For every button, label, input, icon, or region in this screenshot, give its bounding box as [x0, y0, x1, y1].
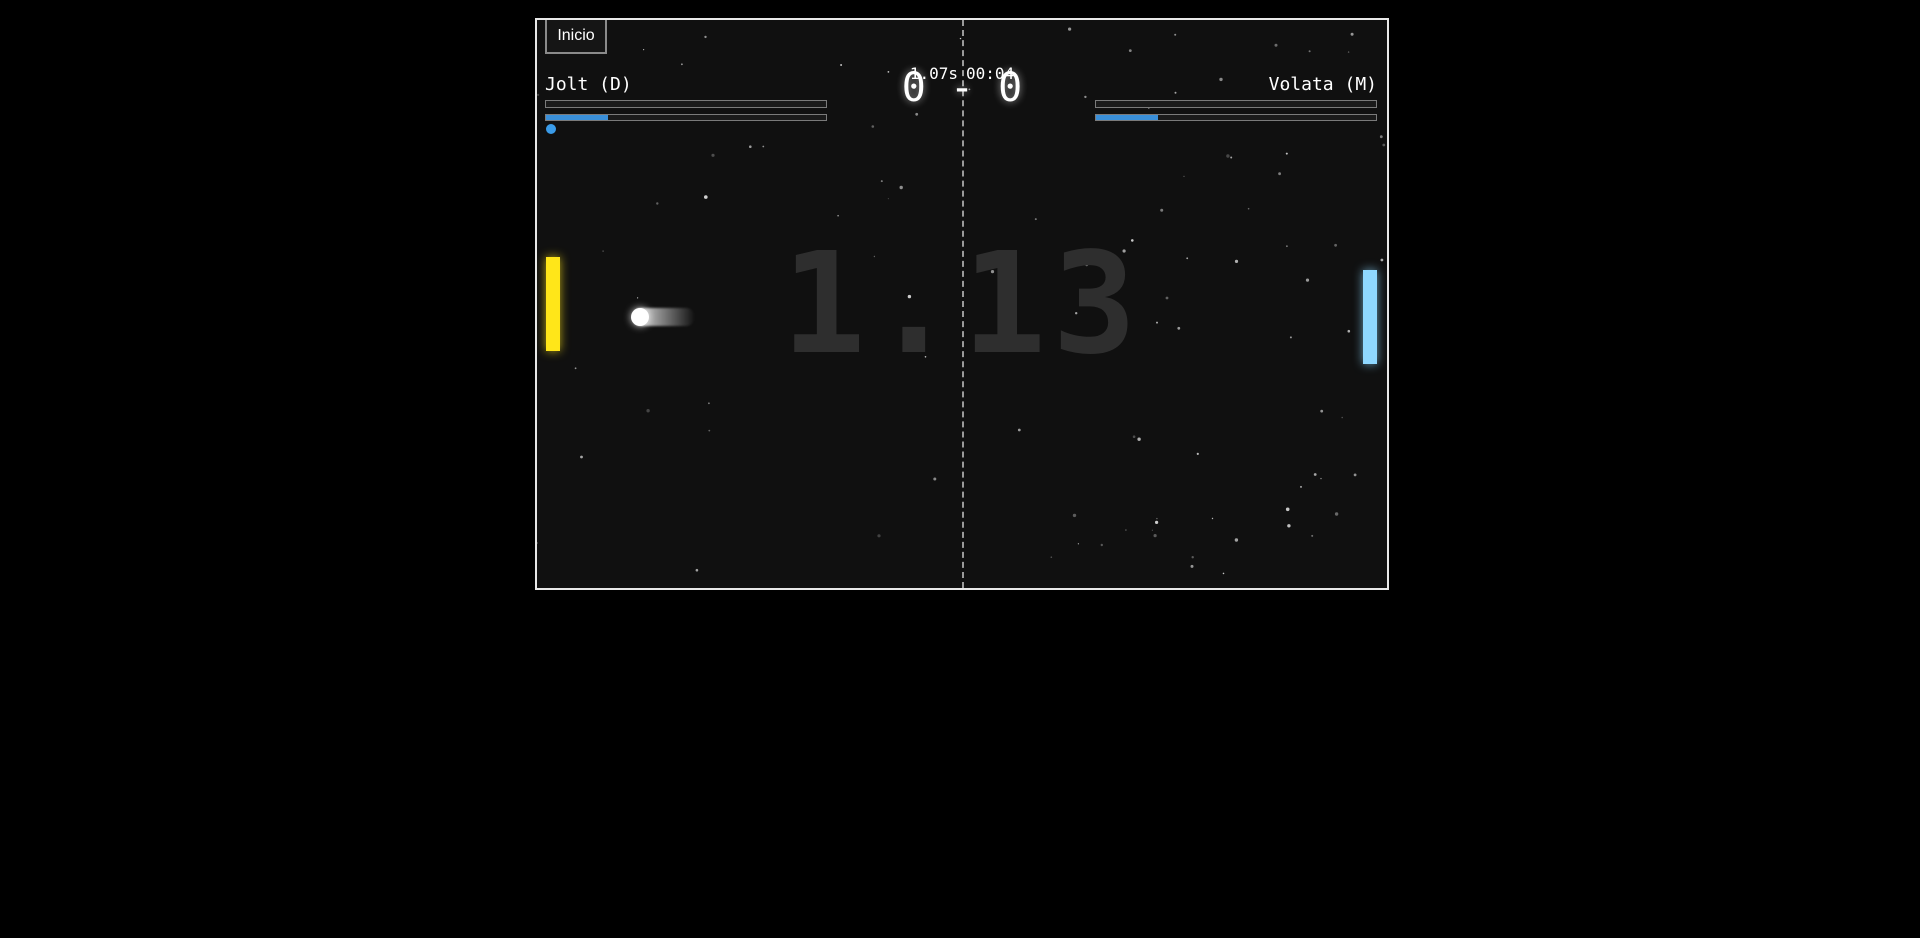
- ball: [631, 308, 649, 326]
- star: [1132, 435, 1136, 439]
- star: [871, 125, 875, 128]
- star: [1072, 513, 1077, 518]
- star: [887, 71, 890, 73]
- star: [681, 63, 683, 66]
- star: [1125, 529, 1127, 531]
- left-paddle: [546, 257, 560, 351]
- star: [933, 477, 937, 481]
- star: [749, 145, 752, 148]
- round-countdown: 1.13: [781, 223, 1143, 386]
- star: [656, 202, 659, 205]
- right-player-name: Volata (M): [1268, 74, 1377, 95]
- star: [1211, 517, 1214, 520]
- left-health-bar: [545, 100, 827, 108]
- star: [711, 153, 715, 157]
- star: [704, 35, 707, 39]
- right-paddle: [1363, 270, 1377, 364]
- star: [1128, 49, 1132, 52]
- star: [1287, 524, 1291, 528]
- star: [1077, 543, 1079, 545]
- star: [537, 93, 540, 96]
- left-player-name: Jolt (D): [545, 74, 632, 95]
- star: [1230, 156, 1233, 159]
- left-powerup-token-icon: [546, 124, 556, 134]
- star: [1274, 43, 1278, 47]
- star: [915, 112, 919, 116]
- star: [1382, 143, 1386, 147]
- star: [708, 429, 711, 432]
- star: [1308, 50, 1311, 53]
- star: [1156, 517, 1158, 520]
- star: [880, 180, 883, 183]
- star: [1174, 33, 1177, 36]
- star: [1379, 135, 1383, 139]
- right-health-bar: [1095, 100, 1377, 108]
- star: [1285, 152, 1288, 155]
- star: [1017, 428, 1021, 432]
- right-energy-bar: [1095, 114, 1377, 121]
- elapsed-seconds: 1.07s: [909, 64, 958, 83]
- star: [899, 185, 903, 190]
- star: [877, 534, 881, 538]
- star: [1196, 452, 1199, 455]
- star: [1174, 91, 1177, 94]
- star: [537, 542, 538, 544]
- star: [837, 214, 839, 217]
- star: [887, 198, 889, 200]
- right-energy-fill: [1096, 115, 1158, 120]
- star: [1190, 564, 1194, 568]
- star: [1034, 218, 1037, 221]
- star: [1313, 473, 1317, 476]
- match-clock: 00:04: [966, 64, 1015, 83]
- star: [695, 568, 699, 572]
- star: [1137, 437, 1141, 441]
- star: [1347, 51, 1350, 53]
- star: [1068, 27, 1072, 31]
- star: [1191, 556, 1194, 559]
- star: [1050, 556, 1053, 558]
- star: [646, 409, 650, 413]
- star: [762, 145, 765, 148]
- star: [1222, 572, 1225, 575]
- star: [643, 49, 645, 51]
- star: [1234, 538, 1239, 542]
- star: [1219, 77, 1223, 82]
- start-button[interactable]: Inicio: [545, 20, 607, 54]
- left-energy-bar: [545, 114, 827, 121]
- star: [1100, 543, 1103, 547]
- star: [959, 37, 962, 40]
- game-arena[interactable]: 1.13 Inicio Jolt (D) Volata (M) 0 - 0 1.…: [535, 18, 1389, 590]
- star: [1226, 154, 1230, 158]
- star: [1320, 409, 1324, 413]
- star: [1247, 207, 1250, 210]
- star: [840, 64, 843, 66]
- star: [1278, 172, 1281, 176]
- star: [1155, 520, 1159, 524]
- star: [1160, 208, 1164, 212]
- left-energy-fill: [546, 115, 608, 120]
- star: [1334, 512, 1339, 516]
- match-status: 1.07s 00:04: [892, 66, 1032, 82]
- star: [1153, 534, 1157, 538]
- star: [1341, 416, 1343, 419]
- star: [704, 195, 708, 199]
- star: [580, 455, 583, 459]
- star: [1350, 32, 1354, 36]
- star: [1183, 175, 1185, 177]
- star: [1084, 95, 1087, 99]
- star: [1285, 507, 1290, 512]
- star: [1300, 485, 1302, 488]
- star: [1151, 529, 1153, 531]
- star: [1320, 477, 1322, 480]
- star: [1311, 534, 1314, 537]
- star: [708, 402, 710, 405]
- star: [1353, 473, 1357, 477]
